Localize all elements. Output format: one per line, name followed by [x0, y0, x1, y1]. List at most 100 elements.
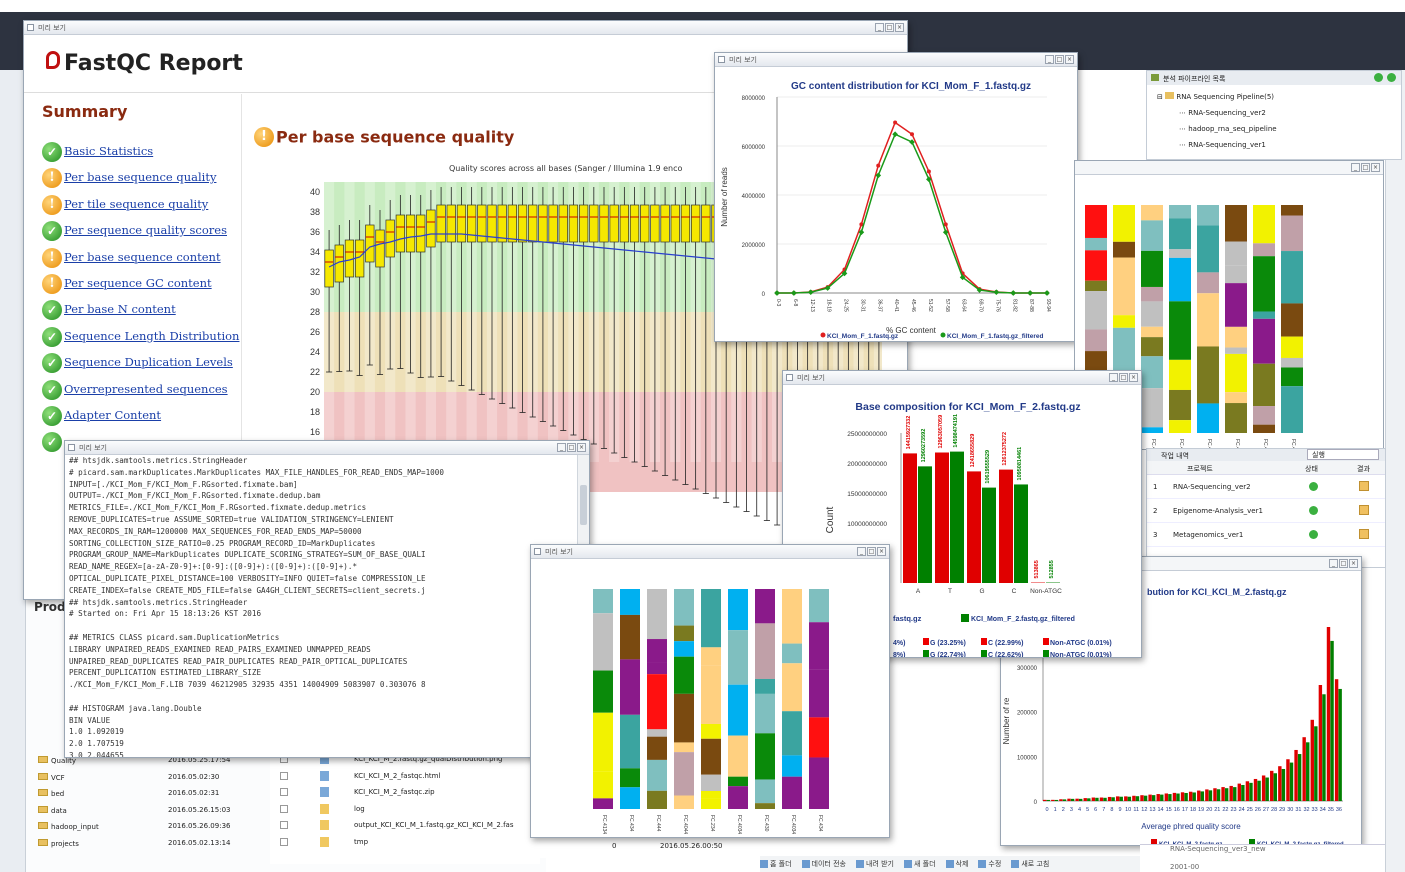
- x-tick-label: 26: [1255, 807, 1261, 813]
- stacked-segment: [728, 776, 748, 787]
- tree-item[interactable]: projects 2016.05.02.13:14: [38, 838, 268, 856]
- tree-item-date: 2016.05.26.09:36: [168, 822, 231, 830]
- close-button[interactable]: ×: [877, 547, 886, 556]
- toolbar-button[interactable]: 새 폴더: [903, 859, 936, 869]
- minimize-button[interactable]: _: [557, 443, 566, 452]
- bar: [1241, 784, 1245, 801]
- summary-item[interactable]: ! Per tile sequence quality: [42, 194, 242, 221]
- tree-item[interactable]: Quality 2016.05.25.17:54: [38, 756, 268, 773]
- toolbar-button[interactable]: 내려 받기: [855, 859, 894, 869]
- quality-box: [497, 204, 507, 243]
- row-checkbox[interactable]: [280, 837, 288, 846]
- x-tick-label: 28: [1271, 807, 1277, 813]
- refresh-icon[interactable]: [1387, 73, 1396, 82]
- stacked-segment: [593, 798, 613, 809]
- stacked-segment: [1253, 256, 1275, 312]
- summary-item[interactable]: ✓ Per sequence quality scores: [42, 221, 242, 247]
- summary-item[interactable]: ✓ Per base N content: [42, 300, 242, 326]
- stacked-segment: [1281, 251, 1303, 304]
- minimize-button[interactable]: _: [1109, 373, 1118, 382]
- pipeline-root[interactable]: ⊟ RNA Sequencing Pipeline(5): [1157, 89, 1401, 105]
- close-button[interactable]: ×: [1371, 163, 1380, 172]
- close-button[interactable]: ×: [1349, 559, 1358, 568]
- summary-item[interactable]: ✓ Overrepresented sequences: [42, 379, 242, 406]
- maximize-button[interactable]: □: [567, 443, 576, 452]
- bar: [935, 452, 949, 583]
- file-row[interactable]: KCI_KCI_M_2_fastqc.html: [270, 769, 540, 786]
- pipeline-item[interactable]: ⋯ hadoop_rna_seq_pipeline: [1157, 121, 1401, 137]
- stacked-segment: [674, 656, 694, 694]
- bar: [1322, 694, 1326, 801]
- x-tick-label: 14: [1158, 807, 1164, 813]
- close-button[interactable]: ×: [895, 23, 904, 32]
- close-button[interactable]: ×: [1129, 373, 1138, 382]
- x-tick-label: 34: [1320, 807, 1326, 813]
- file-row[interactable]: log: [270, 802, 540, 819]
- minimize-button[interactable]: _: [875, 23, 884, 32]
- scrollbar-thumb[interactable]: [580, 485, 587, 525]
- row-checkbox[interactable]: [280, 788, 288, 796]
- maximize-button[interactable]: □: [1055, 55, 1064, 64]
- tree-item[interactable]: bed 2016.05.02:31: [38, 789, 268, 806]
- tree-item[interactable]: hadoop_input 2016.05.26.09:36: [38, 822, 268, 839]
- stacked-segment: [1253, 205, 1275, 244]
- bar: [1289, 762, 1294, 801]
- legend-marker: [1043, 638, 1049, 645]
- toolbar-button[interactable]: 홈 폴더: [760, 859, 792, 869]
- file-row[interactable]: tmp: [270, 835, 540, 852]
- minimize-button[interactable]: _: [1045, 55, 1054, 64]
- maximize-button[interactable]: □: [885, 23, 894, 32]
- file-row[interactable]: KCI_KCI_M_2_fastqc.zip: [270, 785, 540, 802]
- stacked-segment: [701, 738, 721, 775]
- stacked-segment: [1141, 337, 1163, 357]
- summary-item[interactable]: ✓ Basic Statistics: [42, 142, 242, 168]
- toolbar-button[interactable]: 삭제: [945, 859, 968, 869]
- minimize-button[interactable]: _: [857, 547, 866, 556]
- history-row[interactable]: 3 Metagenomics_ver1: [1147, 523, 1385, 547]
- tree-item[interactable]: VCF 2016.05.02:30: [38, 772, 268, 790]
- summary-item[interactable]: ! Per base sequence content: [42, 247, 242, 274]
- add-icon[interactable]: [1374, 73, 1383, 82]
- file-row[interactable]: output_KCI_KCI_M_1.fastq.gz_KCI_KCI_M_2.…: [270, 818, 540, 835]
- result-icon[interactable]: [1359, 481, 1369, 491]
- quality-box: [507, 204, 517, 243]
- stacked-segment: [620, 768, 640, 788]
- summary-item[interactable]: ✓ Sequence Length Distribution: [42, 326, 242, 353]
- summary-item[interactable]: ✓ Adapter Content: [42, 405, 242, 432]
- x-tick-label: 21: [1214, 807, 1220, 813]
- pipeline-item[interactable]: ⋯ RNA-Sequencing_ver2: [1157, 105, 1401, 121]
- row-checkbox[interactable]: [280, 771, 288, 780]
- history-row[interactable]: 1 RNA-Sequencing_ver2: [1147, 475, 1385, 499]
- summary-item[interactable]: ! Per base sequence quality: [42, 168, 242, 194]
- chart-title: GC content distribution for KCI_Mom_F_1.…: [791, 81, 1031, 92]
- close-button[interactable]: ×: [1065, 55, 1074, 64]
- row-checkbox[interactable]: [280, 804, 288, 813]
- toolbar-button[interactable]: 수정: [978, 859, 1001, 869]
- result-icon[interactable]: [1359, 529, 1369, 539]
- summary-item[interactable]: ! Per sequence GC content: [42, 273, 242, 300]
- text-line: PERCENT_DUPLICATION ESTIMATED_LIBRARY_SI…: [69, 668, 262, 678]
- maximize-button[interactable]: □: [1361, 163, 1370, 172]
- minimize-button[interactable]: _: [1329, 559, 1338, 568]
- maximize-button[interactable]: □: [1339, 559, 1348, 568]
- maximize-button[interactable]: □: [1119, 373, 1128, 382]
- minimize-button[interactable]: _: [1351, 163, 1360, 172]
- stacked-segment: [1253, 424, 1275, 433]
- stacked-segment: [1225, 326, 1247, 348]
- toolbar-button[interactable]: 새로 고침: [1011, 859, 1049, 869]
- row-checkbox[interactable]: [280, 821, 288, 829]
- pipeline-item[interactable]: ⋯ RNA-Sequencing_ver1: [1157, 137, 1401, 153]
- close-button[interactable]: ×: [577, 443, 586, 452]
- result-icon[interactable]: [1359, 505, 1369, 515]
- tree-item[interactable]: data 2016.05.26.15:03: [38, 805, 268, 823]
- maximize-button[interactable]: □: [867, 547, 876, 556]
- quality-box: [324, 249, 334, 288]
- quality-box: [548, 204, 558, 243]
- history-row[interactable]: 2 Epigenome-Analysis_ver1: [1147, 499, 1385, 523]
- x-tick-label: 8: [1110, 807, 1113, 813]
- x-tick-label: FC.434: [628, 815, 634, 832]
- summary-item[interactable]: ✓ Sequence Duplication Levels: [42, 353, 242, 379]
- history-filter-select[interactable]: 실행: [1307, 449, 1379, 460]
- folder-tree: Quality 2016.05.25.17:54 VCF 2016.05.02:30 b…: [38, 756, 268, 855]
- toolbar-button[interactable]: 데이터 전송: [801, 859, 846, 869]
